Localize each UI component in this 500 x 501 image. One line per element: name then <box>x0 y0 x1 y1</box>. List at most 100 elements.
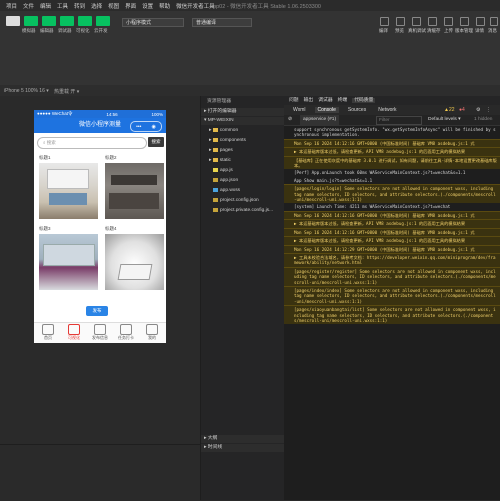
avatar[interactable] <box>6 16 20 26</box>
timeline-section[interactable]: ▸ 时间线 <box>201 444 288 452</box>
file-name: app.js <box>220 168 233 173</box>
menu-item-0[interactable]: 项目 <box>6 2 17 10</box>
debugger-toggle[interactable] <box>60 16 74 26</box>
file-item-app-json[interactable]: app.json <box>201 177 297 185</box>
levels-select[interactable]: Default levels ▾ <box>428 115 461 125</box>
devtools-panel: 问题 输出 调试器 终端 代码质量 Wxml Console Sources Network … <box>284 96 500 500</box>
upload-label: 上传 <box>444 28 453 33</box>
console-entry[interactable]: Mon Sep 16 2024 14:12:16 GMT+0800 (中国标准时… <box>284 210 500 220</box>
tab-mine[interactable]: 我的 <box>140 324 164 341</box>
console-entry[interactable]: [pages/login/login] Some selectors are n… <box>284 184 500 204</box>
menu-item-4[interactable]: 转到 <box>74 2 85 10</box>
item-image-3[interactable] <box>39 234 98 290</box>
version-button[interactable] <box>460 17 469 26</box>
item-image-2[interactable] <box>105 163 164 219</box>
console-entry[interactable]: ▶ 本运基础库版本过低，请检查更新，API VM8 asdebug.js:1 的… <box>284 147 500 156</box>
messages-button[interactable] <box>490 17 498 26</box>
search-button[interactable]: 搜索 <box>148 137 164 147</box>
devtools-tab-sources[interactable]: Sources <box>345 107 369 113</box>
menu-item-10[interactable]: 微信开发者工具 <box>176 2 215 10</box>
tab-visual[interactable]: 可视化 <box>62 324 86 341</box>
console-entry[interactable]: support synchronous getSystemInfo. "wx.g… <box>284 126 500 139</box>
console-entry[interactable]: [pages/index/index] Some selectors are n… <box>284 285 500 306</box>
search-input[interactable]: ⌕ 搜索 <box>37 137 147 149</box>
open-editors-section[interactable]: ▸ 打开的编辑器 <box>201 108 288 116</box>
devtools-top-tab-4[interactable]: 代码质量 <box>352 98 376 103</box>
console-entry[interactable]: [pages/xiaoyuanbangtai/list] Some select… <box>284 305 500 325</box>
compile-dropdown[interactable]: 普通编译 <box>192 18 252 27</box>
visual-toggle[interactable] <box>78 16 92 26</box>
file-icon <box>213 187 218 192</box>
publish-tooltip: 发布 <box>86 306 108 316</box>
settings-icon[interactable]: ⚙ <box>476 105 480 115</box>
menu-item-8[interactable]: 设置 <box>142 2 153 10</box>
device-select[interactable]: iPhone 5 100% 16 ▾ <box>4 88 49 94</box>
item-image-4[interactable] <box>105 234 164 290</box>
devtools-top-tab-0[interactable]: 问题 <box>289 98 299 103</box>
menu-item-1[interactable]: 文件 <box>23 2 34 10</box>
devtools-tab-console[interactable]: Console <box>314 107 339 113</box>
devtools-tab-wxml[interactable]: Wxml <box>290 107 309 113</box>
real-debug-button[interactable] <box>412 17 421 26</box>
file-item-static[interactable]: ▸ static <box>201 157 293 165</box>
file-item-app-js[interactable]: app.js <box>201 167 297 175</box>
item-image-1[interactable] <box>39 163 98 219</box>
file-item-pages[interactable]: ▸ pages <box>201 147 293 155</box>
item-title-1: 标题1 <box>39 155 51 160</box>
menu-item-7[interactable]: 界面 <box>125 2 136 10</box>
outline-section[interactable]: ▸ 大纲 <box>201 435 288 443</box>
console-entry[interactable]: Mon Sep 16 2024 14:12:16 GMT+0800 (中国标准时… <box>284 227 500 237</box>
compile-button[interactable] <box>380 17 389 26</box>
menu-item-6[interactable]: 视图 <box>108 2 119 10</box>
console-entry[interactable]: Mon Sep 16 2024 14:12:29 GMT+0800 (中国标准时… <box>284 244 500 253</box>
file-item-app-wxss[interactable]: app.wxss <box>201 187 297 195</box>
close-circle-icon[interactable]: ◉ <box>152 124 156 130</box>
console-entry[interactable]: 【基础库】正在使用灰度中的基础库 3.0.1 进行调试，如有问题，请前往工具-详… <box>284 155 500 170</box>
console-entry[interactable]: Mon Sep 16 2024 14:12:16 GMT+0800 (中国标准时… <box>284 138 500 148</box>
file-name: project.config.json <box>220 198 259 203</box>
cloud-toggle[interactable] <box>96 16 110 26</box>
project-section[interactable]: ▾ MP-WEIXIN <box>201 117 288 125</box>
menu-item-9[interactable]: 帮助 <box>159 2 170 10</box>
devtools-tab-network[interactable]: Network <box>375 107 399 113</box>
filter-input[interactable]: Filter <box>376 116 422 125</box>
preview-button[interactable] <box>396 17 405 26</box>
more-icon[interactable]: ••• <box>136 124 141 130</box>
file-item-project-config-json[interactable]: project.config.json <box>201 197 297 205</box>
console-entry[interactable]: ▶ 本运基础库版本过低，请检查更新，API VM8 asdebug.js:1 的… <box>284 236 500 245</box>
console-entry[interactable]: [pages/register/register] Some selectors… <box>284 266 500 286</box>
menu-item-2[interactable]: 编辑 <box>40 2 51 10</box>
console-entry[interactable]: App Show main.js?t=wechat&s=1.1 <box>284 177 500 184</box>
console-entry[interactable]: [Perf] App.onLaunch took 60ms WAServiceM… <box>284 169 500 176</box>
details-button[interactable] <box>476 17 485 26</box>
hotreload-select[interactable]: 热重载 开 ▾ <box>54 88 79 95</box>
file-icon <box>213 177 218 182</box>
devtools-top-tab-1[interactable]: 输出 <box>304 98 314 103</box>
upload-button[interactable] <box>444 17 453 26</box>
clear-cache-button[interactable] <box>428 17 437 26</box>
menu-item-3[interactable]: 工具 <box>57 2 68 10</box>
mode-dropdown[interactable]: 小程序模式 <box>122 18 184 27</box>
console-entry[interactable]: ▶ 工具未校验合法域名，请参考文档: https://developer.wei… <box>284 252 500 267</box>
console-entry[interactable]: ▶ 本运基础库版本过低，请检查更新，API VM8 asdebug.js:1 的… <box>284 219 500 228</box>
tab-home[interactable]: 首页 <box>36 324 60 341</box>
devtools-top-tab-2[interactable]: 调试器 <box>318 98 332 103</box>
menu-item-5[interactable]: 选择 <box>91 2 102 10</box>
file-icon <box>213 197 218 202</box>
capsule-menu[interactable]: ••• ◉ <box>130 121 162 132</box>
tab-home-label: 首页 <box>44 335 52 340</box>
devtools-top-tab-3[interactable]: 终端 <box>338 98 348 103</box>
file-item-project-private-config-js-[interactable]: project.private.config.js... <box>201 207 297 215</box>
cloud-label: 云开发 <box>94 28 108 33</box>
console-entry[interactable]: [system] Launch Time: 4211 ms WAServiceM… <box>284 203 500 210</box>
context-select[interactable]: appservice (#1) <box>300 115 340 125</box>
tab-publish[interactable]: 发布信息 <box>88 324 112 341</box>
simulator-label: 模拟器 <box>22 28 36 33</box>
file-item-common[interactable]: ▸ common <box>201 127 293 135</box>
file-item-components[interactable]: ▸ components <box>201 137 293 145</box>
tab-checkin[interactable]: 任务打卡 <box>114 324 138 341</box>
editor-toggle[interactable] <box>42 16 56 26</box>
simulator-toggle[interactable] <box>24 16 38 26</box>
clear-console-icon[interactable]: ⊘ <box>288 115 292 125</box>
more-menu-icon[interactable]: ⋮ <box>486 105 491 115</box>
